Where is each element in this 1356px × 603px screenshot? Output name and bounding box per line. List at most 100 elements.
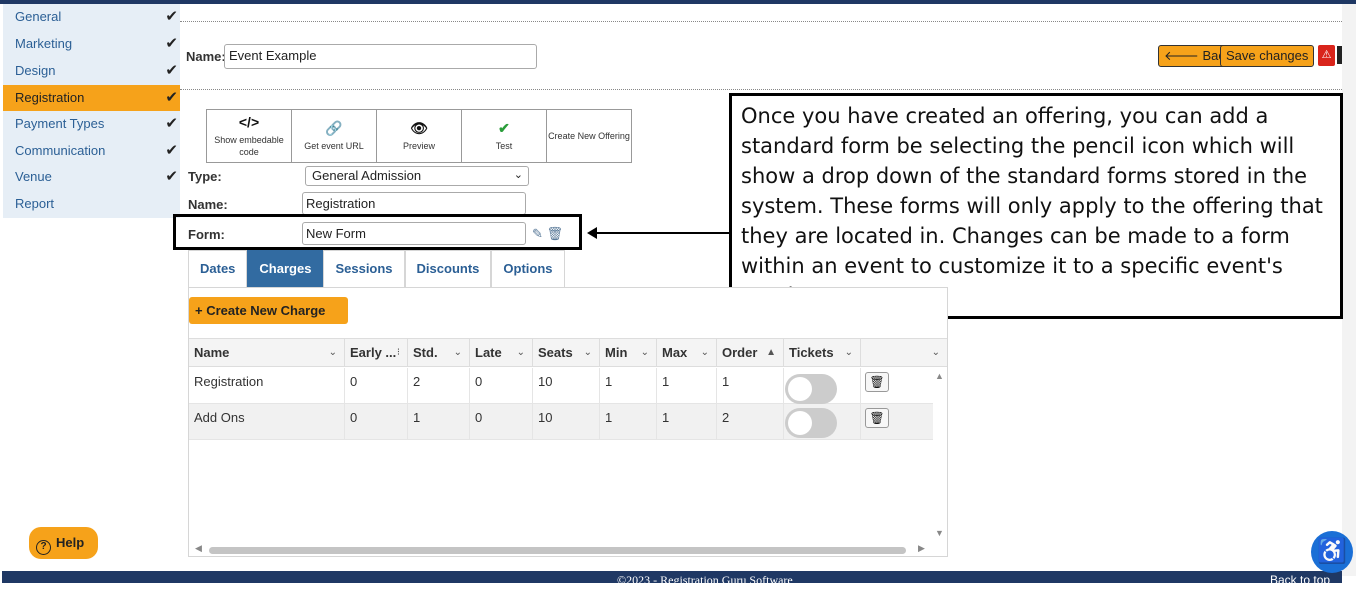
scroll-right-arrow[interactable]: ▶ — [918, 543, 925, 554]
type-select[interactable]: General Admission ⌄ — [305, 166, 529, 186]
column-header-name[interactable]: Name ⌄ — [189, 339, 345, 367]
tab-sessions[interactable]: Sessions — [323, 250, 405, 287]
sidebar-item-label: Design — [15, 63, 56, 78]
chevron-down-icon: ⌄ — [844, 347, 853, 358]
type-select-value: General Admission — [312, 168, 422, 183]
chevron-down-icon: ⌄ — [931, 347, 940, 358]
binoculars-icon: 👁 — [410, 120, 428, 136]
column-header-late[interactable]: Late ⌄ — [470, 339, 533, 367]
offering-name-input[interactable]: Registration — [302, 192, 526, 215]
button-label: Create New Offering — [548, 131, 630, 141]
test-button[interactable]: ✔ Test — [462, 110, 547, 162]
cell-actions: 🗑 — [861, 368, 933, 404]
question-icon: ? — [36, 540, 51, 555]
tickets-toggle[interactable] — [785, 374, 837, 404]
button-label: Get event URL — [304, 141, 364, 151]
cell-early: 0 — [345, 368, 408, 404]
get-event-url-button[interactable]: 🔗 Get event URL — [292, 110, 377, 162]
chevron-down-icon: ⌄ — [453, 347, 462, 358]
tickets-toggle[interactable] — [785, 408, 837, 438]
scroll-down-arrow[interactable]: ▼ — [935, 528, 944, 538]
cell-tickets — [784, 404, 861, 440]
form-input[interactable]: New Form — [302, 222, 526, 245]
create-new-offering-button[interactable]: Create New Offering — [547, 110, 631, 162]
table-row[interactable]: Add Ons 0 1 0 10 1 1 2 🗑 — [189, 404, 933, 440]
sidebar-item-label: Venue — [15, 169, 52, 184]
offering-tabs: Dates Charges Sessions Discounts Options — [188, 250, 565, 287]
annotation-callout: Once you have created an offering, you c… — [729, 93, 1343, 319]
check-icon: ✔ — [165, 115, 178, 132]
copyright-text: ©2023 - Registration Guru Software — [617, 573, 793, 587]
tab-discounts[interactable]: Discounts — [404, 250, 492, 287]
scroll-left-arrow[interactable]: ◀ — [195, 543, 202, 554]
sidebar-item-payment-types[interactable]: Payment Types ✔ — [3, 111, 180, 137]
column-header-order[interactable]: Order ▲ — [717, 339, 784, 367]
show-embeddable-code-button[interactable]: </> Show embedable code — [207, 110, 292, 162]
toggle-knob — [788, 377, 812, 401]
delete-row-button[interactable]: 🗑 — [865, 372, 889, 392]
scrollbar-thumb[interactable] — [209, 547, 906, 554]
save-changes-button[interactable]: Save changes — [1220, 45, 1315, 67]
column-header-tickets[interactable]: Tickets ⌄ — [784, 339, 861, 367]
cell-order: 2 — [717, 404, 784, 440]
cell-tickets — [784, 368, 861, 404]
preview-button[interactable]: 👁 Preview — [377, 110, 462, 162]
button-label: Show embedable code — [214, 135, 284, 157]
check-icon: ✔ — [165, 142, 178, 159]
trash-icon[interactable]: 🗑 — [547, 226, 564, 241]
table-row[interactable]: Registration 0 2 0 10 1 1 1 🗑 — [189, 368, 933, 404]
column-header-min[interactable]: Min ⌄ — [600, 339, 657, 367]
tab-dates[interactable]: Dates — [188, 250, 248, 287]
divider — [180, 21, 1342, 22]
column-label: Order — [722, 345, 758, 360]
cell-order: 1 — [717, 368, 784, 404]
info-icon[interactable] — [1337, 46, 1342, 64]
code-icon: </> — [238, 114, 260, 130]
charges-table: Name ⌄ Early ... ⁝ Std. ⌄ Late ⌄ Seats ⌄ Min ⌄… — [189, 338, 947, 557]
sidebar-item-label: Registration — [15, 90, 85, 105]
sidebar-item-registration[interactable]: Registration ✔ — [3, 85, 180, 111]
delete-row-button[interactable]: 🗑 — [865, 408, 889, 428]
check-icon: ✔ — [165, 168, 178, 185]
horizontal-scrollbar[interactable]: ◀ ▶ — [190, 543, 930, 556]
sidebar-item-venue[interactable]: Venue ✔ — [3, 164, 180, 190]
sidebar-item-design[interactable]: Design ✔ — [3, 58, 180, 84]
sidebar-item-marketing[interactable]: Marketing ✔ — [3, 31, 180, 57]
back-to-top-link[interactable]: Back to top — [1270, 573, 1330, 587]
column-label: Min — [605, 345, 628, 360]
column-header-early[interactable]: Early ... ⁝ — [345, 339, 408, 367]
divider — [180, 89, 1342, 90]
column-label: Name — [194, 345, 230, 360]
column-header-actions[interactable]: ⌄ — [861, 339, 947, 367]
tab-options[interactable]: Options — [491, 250, 565, 287]
help-button[interactable]: ? Help — [29, 527, 98, 559]
callout-arrow-head — [587, 227, 597, 239]
form-actions: ✎ 🗑 — [532, 226, 563, 242]
create-new-charge-button[interactable]: + Create New Charge — [189, 297, 348, 324]
event-name-label: Name: — [186, 49, 226, 64]
cell-max: 1 — [657, 368, 717, 404]
link-icon: 🔗 — [325, 120, 343, 136]
sidebar-item-general[interactable]: General ✔ — [3, 4, 180, 30]
sidebar-item-label: Communication — [15, 143, 106, 158]
scroll-up-arrow[interactable]: ▲ — [935, 371, 944, 381]
callout-arrow-line — [595, 232, 730, 234]
event-name-input[interactable]: Event Example — [224, 44, 537, 69]
check-icon: ✔ — [165, 35, 178, 52]
accessibility-icon[interactable]: ♿ — [1311, 531, 1353, 573]
column-header-max[interactable]: Max ⌄ — [657, 339, 717, 367]
column-label: Early ... — [350, 345, 397, 360]
app-root: General ✔ Marketing ✔ Design ✔ Registration… — [0, 0, 1356, 603]
sidebar-item-label: Marketing — [15, 36, 73, 51]
sidebar-item-communication[interactable]: Communication ✔ — [3, 138, 180, 164]
check-icon: ✔ — [165, 89, 178, 106]
table-header: Name ⌄ Early ... ⁝ Std. ⌄ Late ⌄ Seats ⌄ Min ⌄… — [189, 339, 947, 367]
column-header-seats[interactable]: Seats ⌄ — [533, 339, 600, 367]
sidebar-item-report[interactable]: Report — [3, 191, 180, 217]
pencil-icon[interactable]: ✎ — [532, 226, 543, 241]
pdf-icon[interactable]: ⚠ — [1318, 45, 1335, 66]
cell-name: Add Ons — [189, 404, 345, 440]
tab-charges[interactable]: Charges — [247, 250, 324, 287]
column-header-std[interactable]: Std. ⌄ — [408, 339, 470, 367]
check-icon: ✔ — [165, 62, 178, 79]
